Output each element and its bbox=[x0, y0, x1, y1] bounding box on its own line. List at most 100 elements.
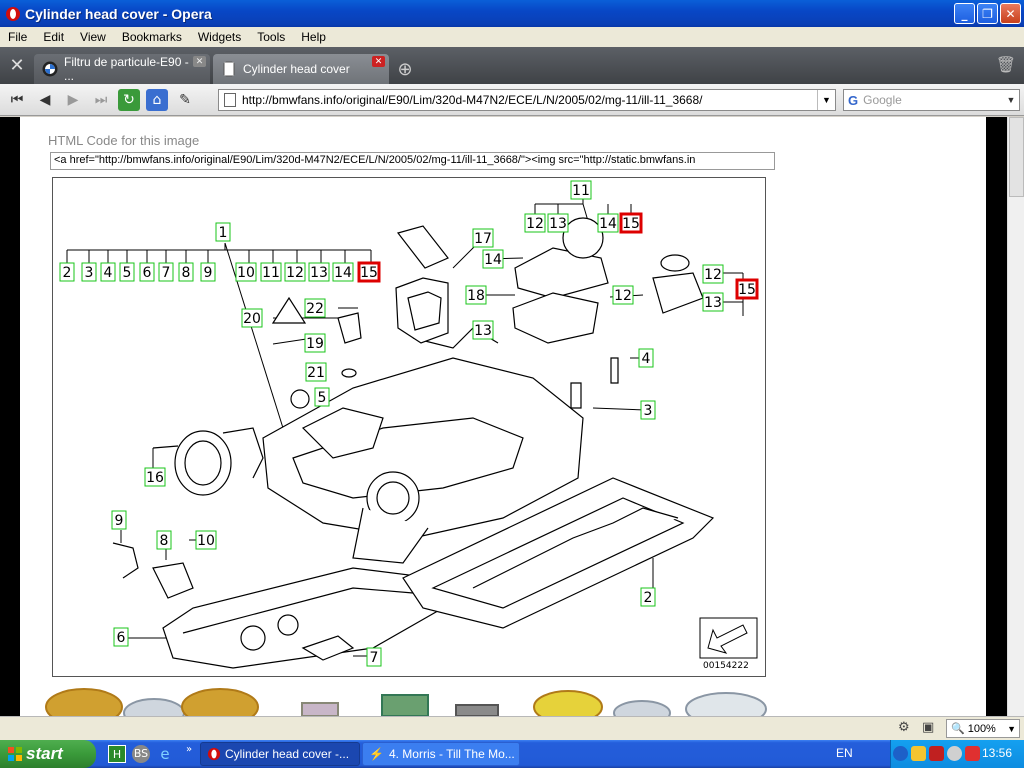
part-label[interactable]: 17 bbox=[474, 231, 492, 247]
tab-label: Cylinder head cover bbox=[243, 62, 350, 76]
menu-view[interactable]: View bbox=[72, 30, 114, 44]
part-label[interactable]: 15 bbox=[622, 216, 640, 232]
part-label[interactable]: 13 bbox=[310, 265, 328, 281]
menu-edit[interactable]: Edit bbox=[35, 30, 72, 44]
trash-icon[interactable]: 🗑 bbox=[996, 55, 1016, 74]
part-label[interactable]: 13 bbox=[474, 323, 492, 339]
part-label[interactable]: 18 bbox=[467, 288, 485, 304]
scrollbar-thumb[interactable] bbox=[1009, 117, 1024, 197]
part-label[interactable]: 15 bbox=[360, 265, 378, 281]
page-info-icon[interactable]: ⚙ bbox=[898, 720, 914, 736]
close-tab-icon[interactable]: ✕ bbox=[372, 56, 385, 67]
address-dropdown-icon[interactable]: ▼ bbox=[817, 90, 835, 110]
part-label[interactable]: 7 bbox=[162, 265, 171, 281]
html-code-input[interactable]: <a href="http://bmwfans.info/original/E9… bbox=[50, 152, 775, 170]
tray-app-icon[interactable] bbox=[929, 746, 944, 761]
address-bar[interactable]: http://bmwfans.info/original/E90/Lim/320… bbox=[218, 89, 836, 111]
new-tab-icon[interactable]: ⊕ bbox=[392, 56, 418, 82]
part-label[interactable]: 11 bbox=[262, 265, 280, 281]
restore-button[interactable]: ❐ bbox=[977, 3, 998, 24]
part-label[interactable]: 14 bbox=[334, 265, 352, 281]
part-label[interactable]: 20 bbox=[243, 311, 261, 327]
part-label[interactable]: 8 bbox=[182, 265, 191, 281]
part-label[interactable]: 12 bbox=[704, 267, 722, 283]
address-url[interactable]: http://bmwfans.info/original/E90/Lim/320… bbox=[242, 93, 702, 107]
search-dropdown-icon[interactable]: ▼ bbox=[1003, 90, 1019, 110]
close-tab-icon[interactable]: ✕ bbox=[193, 56, 206, 67]
tray-minus-icon[interactable] bbox=[947, 746, 962, 761]
forward-icon[interactable]: ▶ bbox=[62, 89, 84, 111]
part-label[interactable]: 4 bbox=[642, 351, 651, 367]
quicklaunch-bs-icon[interactable]: BS bbox=[132, 745, 150, 763]
part-label[interactable]: 11 bbox=[572, 183, 590, 199]
window-title: Cylinder head cover - Opera bbox=[25, 5, 212, 22]
part-label[interactable]: 3 bbox=[644, 403, 653, 419]
taskbar-item-opera[interactable]: Cylinder head cover -... bbox=[200, 742, 360, 766]
related-thumbnails[interactable] bbox=[20, 685, 986, 716]
part-label[interactable]: 6 bbox=[117, 630, 126, 646]
part-label[interactable]: 3 bbox=[85, 265, 94, 281]
part-label[interactable]: 2 bbox=[63, 265, 72, 281]
part-label[interactable]: 4 bbox=[104, 265, 113, 281]
menu-bookmarks[interactable]: Bookmarks bbox=[114, 30, 190, 44]
menu-widgets[interactable]: Widgets bbox=[190, 30, 249, 44]
part-label[interactable]: 13 bbox=[704, 295, 722, 311]
zoom-select[interactable]: 🔍 100% ▼ bbox=[946, 719, 1020, 738]
part-label[interactable]: 9 bbox=[204, 265, 213, 281]
zoom-dropdown-icon[interactable]: ▼ bbox=[1007, 724, 1016, 734]
taskbar-item-winamp[interactable]: ⚡ 4. Morris - Till The Mo... bbox=[362, 742, 520, 766]
part-label[interactable]: 14 bbox=[599, 216, 617, 232]
part-label[interactable]: 1 bbox=[219, 225, 228, 241]
tray-expand-icon[interactable] bbox=[893, 746, 908, 761]
part-label[interactable]: 12 bbox=[286, 265, 304, 281]
tab-filtru[interactable]: Filtru de particule-E90 - ... ✕ bbox=[34, 54, 210, 84]
opera-logo-icon bbox=[6, 6, 20, 21]
part-label[interactable]: 13 bbox=[549, 216, 567, 232]
back-icon[interactable]: ◀ bbox=[34, 89, 56, 111]
zoom-magnifier-icon: 🔍 bbox=[951, 723, 965, 735]
quicklaunch-more-icon[interactable]: » bbox=[180, 741, 198, 759]
search-placeholder[interactable]: Google bbox=[863, 93, 902, 107]
minimize-button[interactable]: _ bbox=[954, 3, 975, 24]
part-label[interactable]: 10 bbox=[237, 265, 255, 281]
page-scrollbar[interactable] bbox=[1007, 117, 1024, 716]
part-label[interactable]: 6 bbox=[143, 265, 152, 281]
quicklaunch-app-icon[interactable]: H bbox=[108, 745, 126, 763]
part-label[interactable]: 15 bbox=[738, 282, 756, 298]
close-window-button[interactable]: ✕ bbox=[1000, 3, 1021, 24]
reload-icon[interactable]: ↻ bbox=[118, 88, 140, 111]
menu-help[interactable]: Help bbox=[293, 30, 334, 44]
part-label[interactable]: 19 bbox=[306, 336, 324, 352]
menu-file[interactable]: File bbox=[0, 30, 35, 44]
part-label[interactable]: 21 bbox=[307, 365, 325, 381]
tray-antivirus-icon[interactable] bbox=[965, 746, 980, 761]
tab-cylinder-head[interactable]: Cylinder head cover ✕ bbox=[213, 54, 389, 84]
start-button[interactable]: start bbox=[0, 740, 96, 768]
part-label[interactable]: 10 bbox=[197, 533, 215, 549]
part-label[interactable]: 22 bbox=[306, 301, 324, 317]
part-label[interactable]: 9 bbox=[115, 513, 124, 529]
part-label[interactable]: 5 bbox=[123, 265, 132, 281]
tools-menu-icon[interactable]: ✕ bbox=[0, 47, 34, 84]
part-label[interactable]: 5 bbox=[318, 390, 327, 406]
rewind-icon[interactable]: ⏮ bbox=[6, 89, 28, 111]
image-toggle-icon[interactable]: ▣ bbox=[922, 720, 938, 736]
part-label[interactable]: 8 bbox=[160, 533, 169, 549]
part-label[interactable]: 16 bbox=[146, 470, 164, 486]
home-icon[interactable]: ⌂ bbox=[146, 88, 168, 111]
fast-forward-icon[interactable]: ⏭ bbox=[90, 89, 112, 111]
shield-icon[interactable] bbox=[911, 746, 926, 761]
part-label[interactable]: 14 bbox=[484, 252, 502, 268]
search-field[interactable]: G Google ▼ bbox=[843, 89, 1020, 111]
system-tray: 13:56 bbox=[890, 740, 1024, 768]
status-bar: ⚙ ▣ 🔍 100% ▼ bbox=[0, 716, 1024, 740]
menu-tools[interactable]: Tools bbox=[249, 30, 293, 44]
internet-explorer-icon[interactable]: e bbox=[156, 745, 174, 763]
part-label[interactable]: 7 bbox=[370, 650, 379, 666]
edit-icon[interactable]: ✎ bbox=[174, 89, 196, 111]
part-label[interactable]: 12 bbox=[526, 216, 544, 232]
part-label[interactable]: 2 bbox=[644, 590, 653, 606]
part-label[interactable]: 12 bbox=[614, 288, 632, 304]
language-indicator[interactable]: EN bbox=[836, 746, 853, 760]
google-icon[interactable]: G bbox=[848, 93, 858, 108]
